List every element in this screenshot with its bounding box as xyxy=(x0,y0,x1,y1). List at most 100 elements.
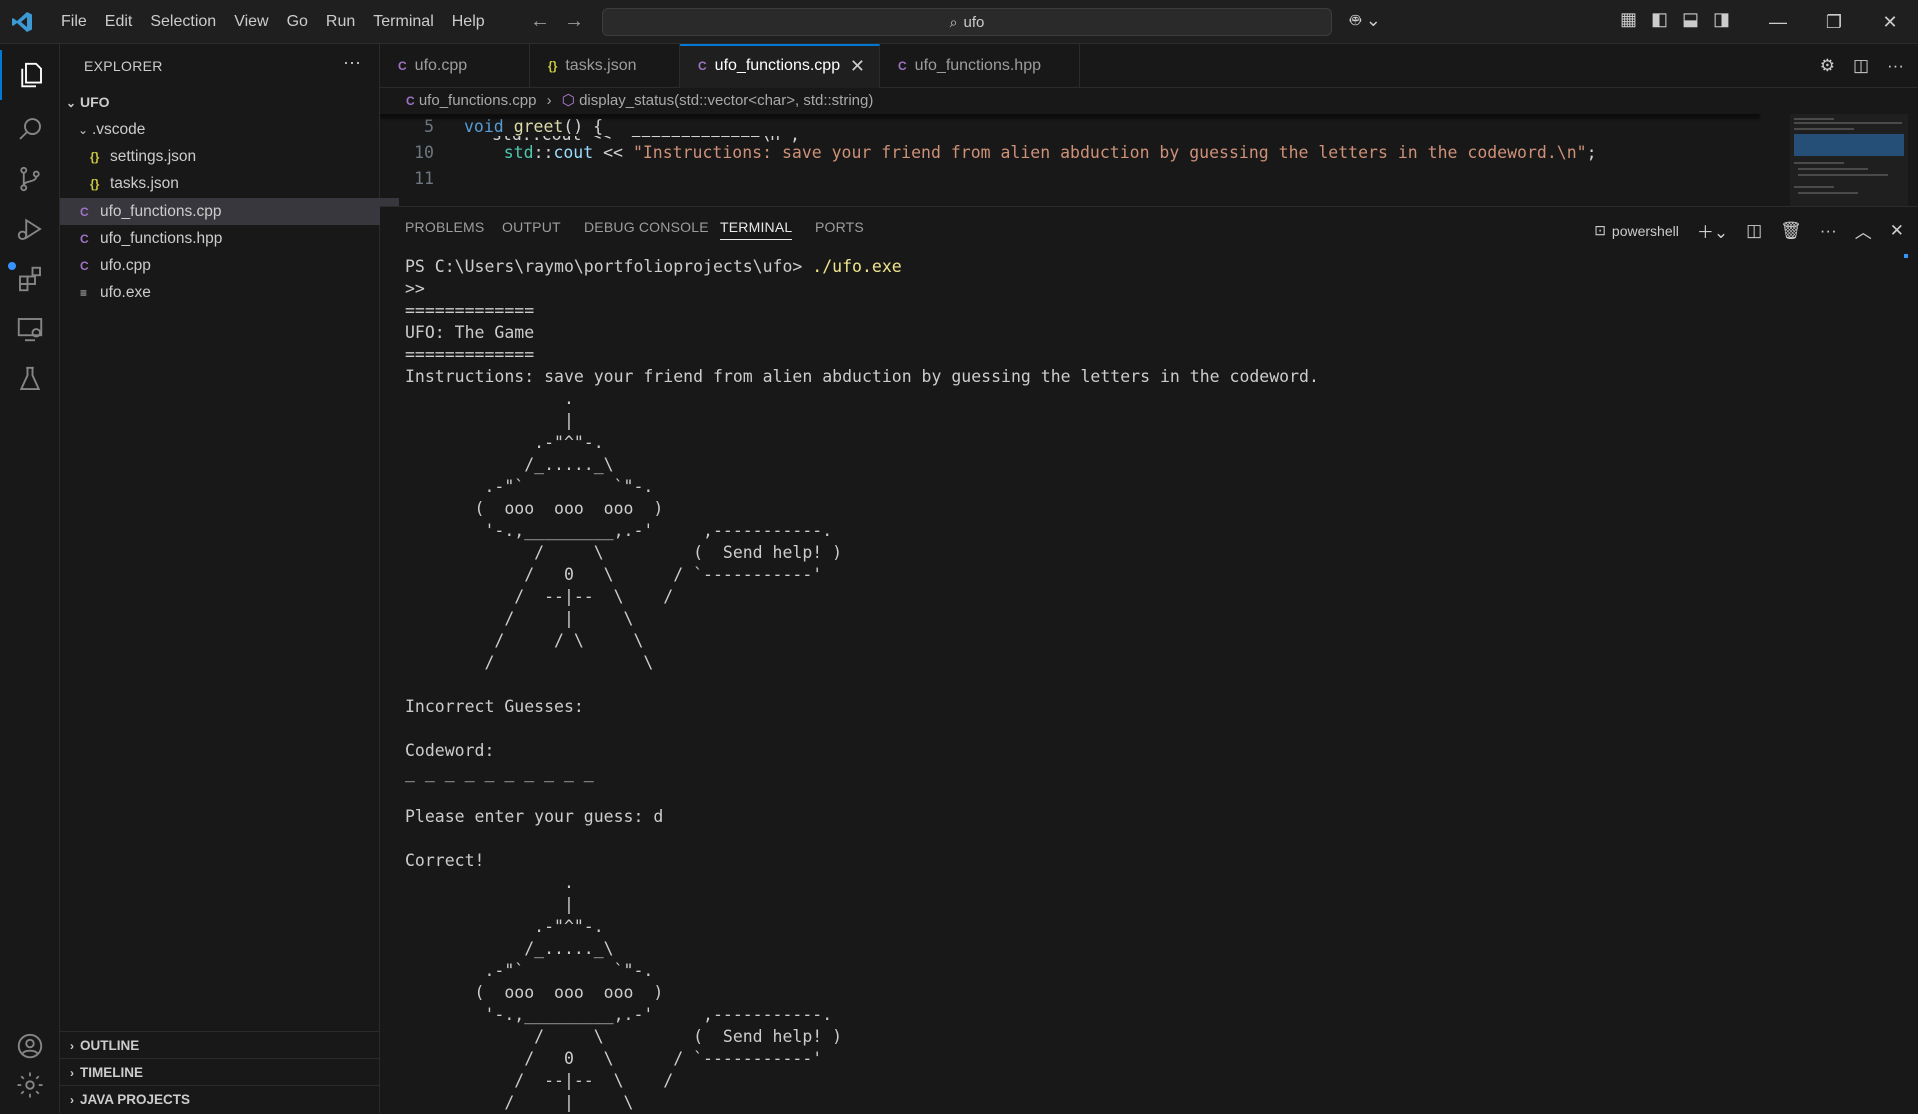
tree-item-label: ufo.exe xyxy=(100,284,151,301)
scope-operator: :: xyxy=(533,143,554,162)
section-label: TIMELINE xyxy=(80,1065,143,1080)
terminal-line: _ _ _ _ _ _ _ _ _ _ xyxy=(405,763,594,782)
terminal-line: . xyxy=(405,873,574,892)
tab-debug-console[interactable]: DEBUG CONSOLE xyxy=(584,219,709,235)
toggle-secondary-sidebar-icon[interactable]: ◨ xyxy=(1713,9,1730,30)
terminal-output[interactable]: PS C:\Users\raymo\portfolioprojects\ufo>… xyxy=(380,250,1900,1113)
back-arrow-icon[interactable]: ← xyxy=(530,10,550,32)
extensions-icon[interactable] xyxy=(0,254,60,304)
tab-tasks-json[interactable]: {} tasks.json xyxy=(530,44,680,88)
terminal-line: Codeword: xyxy=(405,741,495,760)
tab-ufo-cpp[interactable]: Cufo.cpp xyxy=(380,44,530,88)
menu-selection[interactable]: Selection xyxy=(141,13,225,31)
close-panel-icon[interactable]: ✕ xyxy=(1890,221,1904,241)
run-debug-icon[interactable] xyxy=(0,204,60,254)
terminal-shell-selector[interactable]: ⊡ powershell xyxy=(1594,222,1679,239)
terminal-line: / --|-- \ / xyxy=(405,587,674,606)
command-decoration-dot[interactable] xyxy=(8,262,16,270)
more-actions-icon[interactable]: ··· xyxy=(1887,56,1904,76)
breadcrumb-symbol[interactable]: display_status(std::vector<char>, std::s… xyxy=(579,92,873,109)
tab-output[interactable]: OUTPUT xyxy=(502,219,561,235)
keyword: void xyxy=(464,117,504,136)
section-timeline[interactable]: › TIMELINE xyxy=(60,1058,379,1085)
maximize-panel-icon[interactable]: ︿ xyxy=(1855,218,1872,243)
terminal-scroll-indicator xyxy=(1904,254,1908,258)
tree-item-label: ufo_functions.cpp xyxy=(100,203,222,220)
namespace: std xyxy=(503,143,534,162)
kill-terminal-icon[interactable]: 🗑︎ xyxy=(1780,221,1802,241)
toggle-sidebar-icon[interactable]: ◧ xyxy=(1651,9,1668,30)
terminal-line: .-"^"-. xyxy=(405,433,604,452)
tree-item-settings-json[interactable]: {} settings.json xyxy=(60,143,409,170)
minimap-line xyxy=(1794,162,1844,164)
terminal-line: ( ooo ooo ooo ) xyxy=(405,983,664,1002)
tab-ufo-functions-cpp[interactable]: Cufo_functions.cpp ✕ xyxy=(680,44,880,88)
terminal-line: / 0 \ / `-----------' xyxy=(405,565,823,584)
command-center-search[interactable]: ⌕ ufo xyxy=(602,8,1332,36)
customize-layout-icon[interactable]: ▦ xyxy=(1620,9,1637,30)
sticky-scroll-shadow xyxy=(380,114,1760,116)
cpp-file-icon: C xyxy=(698,59,707,73)
terminal-line: Incorrect Guesses: xyxy=(405,697,584,716)
testing-icon[interactable] xyxy=(0,354,60,404)
source-control-icon[interactable] xyxy=(0,154,60,204)
tree-root-ufo[interactable]: ⌄ UFO xyxy=(60,89,385,116)
chevron-down-icon: ⌄ xyxy=(78,123,89,137)
section-outline[interactable]: › OUTLINE xyxy=(60,1031,379,1058)
terminal-icon: ⊡ xyxy=(1594,222,1606,238)
menu-file[interactable]: File xyxy=(52,13,96,31)
toggle-panel-icon[interactable]: ⬓ xyxy=(1682,9,1699,30)
explorer-icon[interactable] xyxy=(0,50,60,100)
line-number: 5 xyxy=(424,117,434,136)
terminal-line: '-.,_________,.-' ,-----------. xyxy=(405,1005,833,1024)
split-editor-icon[interactable]: ◫ xyxy=(1853,56,1869,76)
tree-item-ufo-functions-cpp[interactable]: Cufo_functions.cpp xyxy=(60,198,399,225)
split-terminal-icon[interactable]: ◫ xyxy=(1746,221,1762,241)
chevron-right-icon: › xyxy=(70,1066,74,1080)
close-window-icon[interactable]: ✕ xyxy=(1862,0,1918,44)
minimize-icon[interactable]: — xyxy=(1750,0,1806,44)
tab-label: ufo_functions.hpp xyxy=(914,57,1041,74)
close-tab-icon[interactable]: ✕ xyxy=(850,46,865,86)
tab-problems[interactable]: PROBLEMS xyxy=(405,219,484,235)
terminal-line: . xyxy=(405,389,574,408)
tree-item-ufo-cpp[interactable]: Cufo.cpp xyxy=(60,252,399,279)
tree-item-tasks-json[interactable]: {} tasks.json xyxy=(60,170,409,197)
menu-bar: File Edit Selection View Go Run Terminal… xyxy=(52,0,494,44)
breadcrumb-file[interactable]: ufo_functions.cpp xyxy=(419,92,537,109)
terminal-line: ============= xyxy=(405,345,535,364)
tree-item-ufo-exe[interactable]: ≡ ufo.exe xyxy=(60,279,399,306)
tree-item-vscode-folder[interactable]: ⌄ .vscode xyxy=(60,116,397,143)
menu-edit[interactable]: Edit xyxy=(96,13,142,31)
tab-terminal[interactable]: TERMINAL xyxy=(720,219,793,240)
section-java-projects[interactable]: › JAVA PROJECTS xyxy=(60,1085,379,1112)
stream-operator: << xyxy=(593,143,633,162)
code-editor[interactable]: 5 void greet() { std::cout << "==========… xyxy=(380,114,1780,206)
search-sidebar-icon[interactable] xyxy=(0,104,60,154)
settings-gear-icon[interactable]: ⚙ xyxy=(1820,56,1835,76)
new-terminal-icon[interactable]: ＋⌄ xyxy=(1697,218,1728,243)
menu-run[interactable]: Run xyxy=(317,13,364,31)
tab-ports[interactable]: PORTS xyxy=(815,219,864,235)
panel-tab-bar: PROBLEMS OUTPUT DEBUG CONSOLE TERMINAL P… xyxy=(380,206,1918,250)
copilot-icon[interactable]: 🤖︎ ⌄ xyxy=(1350,9,1381,34)
semicolon: ; xyxy=(1586,143,1597,162)
menu-go[interactable]: Go xyxy=(278,13,317,31)
tree-item-ufo-functions-hpp[interactable]: Cufo_functions.hpp xyxy=(60,225,399,252)
terminal-line: ============= xyxy=(405,301,535,320)
more-actions-icon[interactable]: ··· xyxy=(1820,221,1837,241)
manage-gear-icon[interactable] xyxy=(0,1060,60,1110)
restore-icon[interactable]: ❐ xyxy=(1806,0,1862,44)
json-file-icon: {} xyxy=(548,59,558,73)
menu-terminal[interactable]: Terminal xyxy=(364,13,442,31)
tab-ufo-functions-hpp[interactable]: Cufo_functions.hpp xyxy=(880,44,1080,88)
minimap-line xyxy=(1794,128,1854,130)
remote-explorer-icon[interactable] xyxy=(0,304,60,354)
minimap[interactable] xyxy=(1790,114,1908,206)
menu-view[interactable]: View xyxy=(225,13,277,31)
tab-label: tasks.json xyxy=(565,57,637,74)
forward-arrow-icon[interactable]: → xyxy=(564,10,584,32)
more-actions-icon[interactable]: ··· xyxy=(343,52,361,73)
menu-help[interactable]: Help xyxy=(443,13,494,31)
file-icon: ≡ xyxy=(80,286,88,300)
